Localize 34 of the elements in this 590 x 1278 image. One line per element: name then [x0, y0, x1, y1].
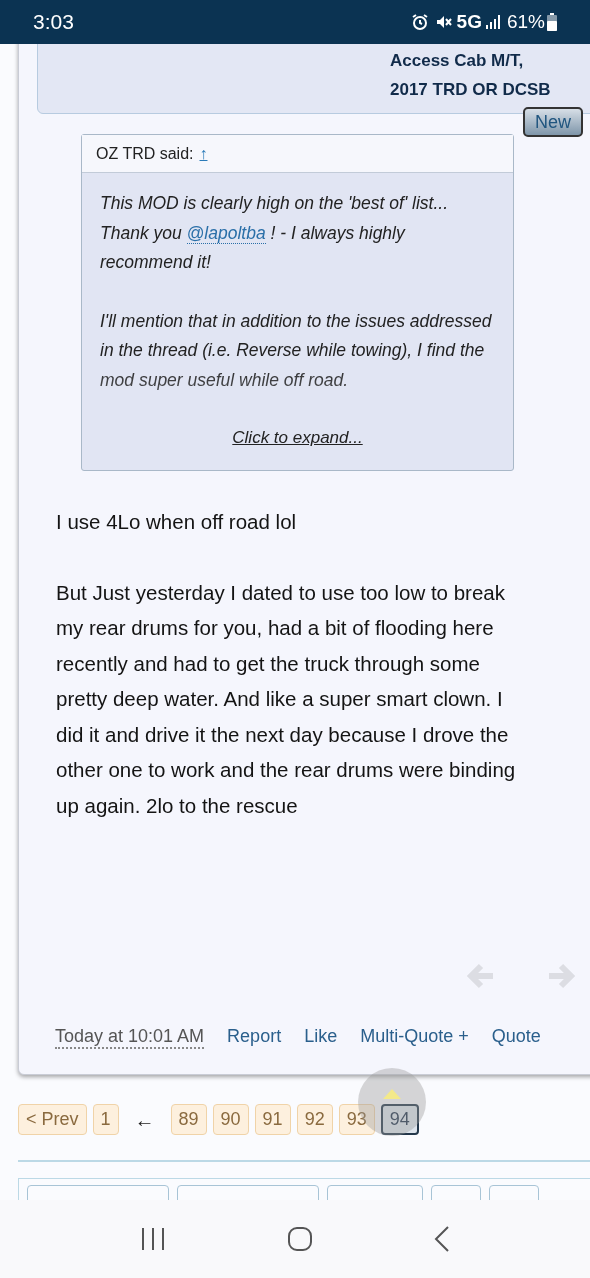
- post-action-link[interactable]: Report: [227, 1023, 282, 1050]
- page-button[interactable]: 93: [338, 1104, 375, 1135]
- post-action-link[interactable]: Quote: [491, 1023, 541, 1050]
- page-button[interactable]: 92: [296, 1104, 333, 1135]
- page-button[interactable]: 94: [380, 1104, 419, 1135]
- post-timestamp[interactable]: Today at 10:01 AM: [55, 1024, 205, 1049]
- status-time: 3:03: [33, 9, 74, 36]
- quote-paragraph: This MOD is clearly high on the 'best of' list... Thank you @lapoltba ! - I always highly recommend it!: [100, 192, 450, 274]
- network-label: 5G: [456, 9, 482, 34]
- post-paragraph: But Just yesterday I dated to use too low to break my rear drums for you, had a bit of flooding here recently and had to get the truck through some pretty deep water. And like a super smart clown. I did it and drive it the next day because I drove the other one to work and the rear drums were binding up again. 2lo to the rescue: [56, 579, 517, 819]
- page-button[interactable]: < Prev: [18, 1104, 87, 1135]
- alarm-icon: [410, 13, 429, 31]
- home-icon[interactable]: [287, 1226, 313, 1252]
- quote-author: OZ TRD said:: [96, 143, 194, 164]
- page-button[interactable]: 90: [212, 1104, 249, 1135]
- recent-apps-icon[interactable]: [140, 1227, 167, 1251]
- page-skip-arrow: ←: [133, 1107, 156, 1133]
- post-paragraph: I use 4Lo when off road lol: [56, 509, 298, 535]
- jump-link[interactable]: ↑: [199, 141, 208, 166]
- user-mention[interactable]: @lapoltba: [186, 222, 266, 244]
- post-action-link[interactable]: Multi-Quote +: [360, 1023, 469, 1050]
- expand-link[interactable]: Click to expand...: [232, 425, 363, 451]
- page-button[interactable]: 1: [92, 1104, 119, 1135]
- battery-icon: [547, 13, 557, 31]
- battery-percent: 61%: [506, 9, 545, 34]
- signal-icon: [484, 14, 501, 30]
- back-icon[interactable]: [433, 1226, 450, 1252]
- post-action-link[interactable]: Like: [304, 1023, 338, 1050]
- new-badge: New: [523, 107, 583, 137]
- quote-paragraph: I'll mention that in addition to the issues addressed in the thread (i.e. Reverse while towing), I find the mod super useful while off road.: [100, 309, 493, 392]
- page-button[interactable]: 91: [254, 1104, 291, 1135]
- vehicle-text: 2017 TRD OR DCSB: [390, 79, 551, 101]
- page-button[interactable]: 89: [170, 1104, 207, 1135]
- vehicle-text: Access Cab M/T,: [390, 50, 524, 72]
